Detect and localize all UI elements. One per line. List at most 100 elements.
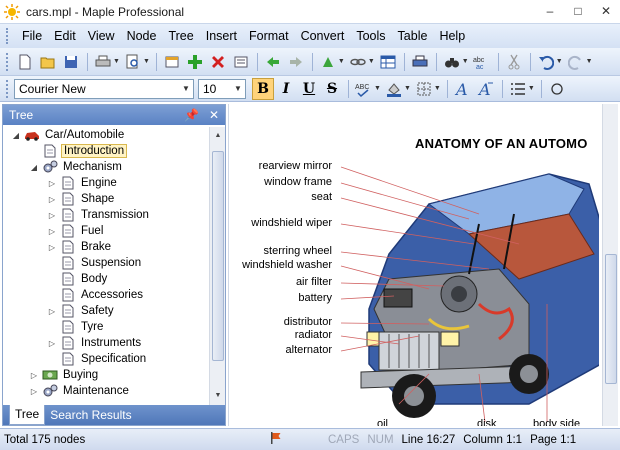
menu-tree[interactable]: Tree	[162, 29, 199, 43]
menu-edit[interactable]: Edit	[48, 29, 82, 43]
close-button[interactable]: ✕	[596, 3, 616, 19]
scroll-down-icon[interactable]: ▼	[210, 389, 226, 403]
tab-tree[interactable]: Tree	[9, 405, 46, 425]
tree-scrollbar[interactable]: ▲ ▼	[209, 127, 225, 405]
spellcheck-icon[interactable]: ABC	[353, 78, 375, 100]
tree-node-accessories[interactable]: Accessories	[3, 287, 211, 303]
menu-help[interactable]: Help	[433, 29, 471, 43]
collapse-icon[interactable]: ◢	[29, 163, 39, 172]
close-pane-icon[interactable]: ✕	[209, 108, 219, 122]
tree-node-specification[interactable]: Specification	[3, 351, 211, 367]
print-preview-icon[interactable]	[122, 51, 144, 73]
tree-node-buying[interactable]: ▷ Buying	[3, 367, 211, 383]
link-icon[interactable]	[347, 51, 369, 73]
table-icon[interactable]	[377, 51, 399, 73]
redo-icon[interactable]	[565, 51, 587, 73]
tree-node-introduction[interactable]: Introduction	[3, 143, 211, 159]
document-pane[interactable]: ANATOMY OF AN AUTOMO rearview mirror win…	[228, 104, 618, 426]
tab-search-results[interactable]: Search Results	[45, 406, 136, 425]
printer-icon[interactable]	[409, 51, 431, 73]
menu-format[interactable]: Format	[243, 29, 295, 43]
document-scrollbar[interactable]	[602, 104, 618, 426]
expand-icon[interactable]: ▷	[47, 227, 57, 236]
tree-node-instruments[interactable]: ▷ Instruments	[3, 335, 211, 351]
menu-table[interactable]: Table	[392, 29, 434, 43]
binoculars-icon[interactable]	[441, 51, 463, 73]
scroll-thumb[interactable]	[212, 151, 224, 361]
chevron-down-icon[interactable]: ▼	[231, 84, 245, 93]
maximize-button[interactable]: □	[568, 3, 588, 19]
tree-node-brake[interactable]: ▷ Brake	[3, 239, 211, 255]
circle-shape-icon[interactable]	[546, 78, 568, 100]
chevron-down-icon[interactable]: ▼	[586, 58, 593, 65]
menu-tools[interactable]: Tools	[350, 29, 391, 43]
toolbar-grip[interactable]	[6, 79, 10, 98]
tree-view[interactable]: ◢ Car/Automobile Introduction ◢ Mechanism ▷ En…	[3, 127, 211, 405]
arrow-left-icon[interactable]	[262, 51, 284, 73]
chevron-down-icon[interactable]: ▼	[556, 58, 563, 65]
chevron-down-icon[interactable]: ▼	[113, 58, 120, 65]
expand-icon[interactable]: ▷	[47, 195, 57, 204]
print-icon[interactable]	[92, 51, 114, 73]
bold-button[interactable]: B	[252, 77, 274, 100]
tree-node-engine[interactable]: ▷ Engine	[3, 175, 211, 191]
style-a-icon[interactable]: A	[452, 78, 474, 100]
pin-icon[interactable]: 📌	[184, 108, 199, 122]
add-node-icon[interactable]	[184, 51, 206, 73]
chevron-down-icon[interactable]: ▼	[338, 58, 345, 65]
scroll-up-icon[interactable]: ▲	[210, 129, 226, 143]
new-document-icon[interactable]	[14, 51, 36, 73]
chevron-down-icon[interactable]: ▼	[179, 84, 193, 93]
properties-icon[interactable]	[161, 51, 183, 73]
expand-icon[interactable]: ▷	[29, 387, 39, 396]
tree-node-tyre[interactable]: Tyre	[3, 319, 211, 335]
font-name-select[interactable]: Courier New ▼	[14, 78, 194, 99]
open-folder-icon[interactable]	[37, 51, 59, 73]
expand-icon[interactable]: ▷	[47, 179, 57, 188]
scroll-thumb[interactable]	[605, 254, 617, 384]
menu-view[interactable]: View	[82, 29, 121, 43]
menu-insert[interactable]: Insert	[200, 29, 243, 43]
tree-node-suspension[interactable]: Suspension	[3, 255, 211, 271]
tree-node-body[interactable]: Body	[3, 271, 211, 287]
expand-icon[interactable]: ▷	[29, 371, 39, 380]
underline-button[interactable]: U	[298, 78, 320, 100]
replace-abc-icon[interactable]: abc ac	[471, 51, 493, 73]
tree-node-safety[interactable]: ▷ Safety	[3, 303, 211, 319]
arrow-right-icon[interactable]	[285, 51, 307, 73]
chevron-down-icon[interactable]: ▼	[368, 58, 375, 65]
expand-icon[interactable]: ▷	[47, 307, 57, 316]
chevron-down-icon[interactable]: ▼	[528, 85, 535, 92]
menu-node[interactable]: Node	[121, 29, 163, 43]
tree-node-transmission[interactable]: ▷ Transmission	[3, 207, 211, 223]
chevron-down-icon[interactable]: ▼	[462, 58, 469, 65]
expand-icon[interactable]: ▷	[47, 339, 57, 348]
collapse-icon[interactable]: ◢	[11, 131, 21, 140]
delete-node-icon[interactable]	[207, 51, 229, 73]
numbered-list-icon[interactable]	[507, 78, 529, 100]
tree-node-mechanism[interactable]: ◢ Mechanism	[3, 159, 211, 175]
undo-icon[interactable]	[535, 51, 557, 73]
save-disk-icon[interactable]	[60, 51, 82, 73]
cut-scissors-icon[interactable]	[503, 51, 525, 73]
style-a-alt-icon[interactable]: A	[475, 78, 497, 100]
expand-icon[interactable]: ▷	[47, 243, 57, 252]
tree-node-car-automobile[interactable]: ◢ Car/Automobile	[3, 127, 211, 143]
minimize-button[interactable]: –	[540, 3, 560, 19]
menu-grip[interactable]	[6, 28, 10, 44]
fill-color-icon[interactable]	[383, 78, 405, 100]
chevron-down-icon[interactable]: ▼	[374, 85, 381, 92]
strikethrough-button[interactable]: S	[321, 78, 343, 100]
tree-node-shape[interactable]: ▷ Shape	[3, 191, 211, 207]
edit-node-icon[interactable]	[230, 51, 252, 73]
italic-button[interactable]: I	[275, 78, 297, 100]
font-size-select[interactable]: 10 ▼	[198, 78, 246, 99]
borders-icon[interactable]	[413, 78, 435, 100]
chevron-down-icon[interactable]: ▼	[434, 85, 441, 92]
menu-file[interactable]: File	[16, 29, 48, 43]
chevron-down-icon[interactable]: ▼	[143, 58, 150, 65]
expand-icon[interactable]: ▷	[47, 211, 57, 220]
move-icon[interactable]	[317, 51, 339, 73]
menu-convert[interactable]: Convert	[295, 29, 351, 43]
tree-node-maintenance[interactable]: ▷ Maintenance	[3, 383, 211, 399]
